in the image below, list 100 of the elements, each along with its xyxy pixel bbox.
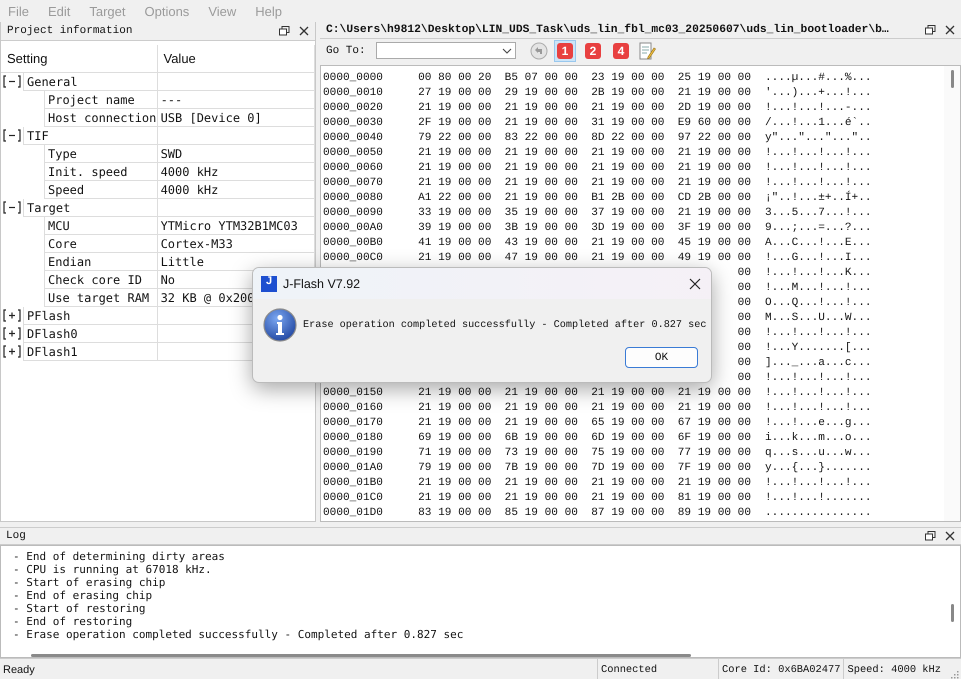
info-icon [263, 308, 297, 342]
toolbar-button[interactable]: 1 [554, 40, 576, 62]
group-label[interactable]: TIF [23, 127, 158, 145]
ascii-text: !...G...!...I... [765, 252, 872, 264]
hex-bytes: 21 19 00 00 21 19 00 00 21 19 00 00 21 19 00 00 [418, 162, 751, 174]
ascii-text: 9...;...=...?... [765, 222, 872, 234]
log-line: - CPU is running at 67018 kHz. [13, 563, 213, 576]
address-cell-text: 0000_01C0 [323, 492, 384, 504]
expander-icon[interactable] [2, 129, 22, 142]
setting-cell: Use target RAM [44, 289, 158, 307]
hex-bytes: 41 19 00 00 43 19 00 00 21 19 00 00 45 19 00 00 [418, 237, 751, 250]
restore-icon[interactable] [925, 25, 936, 36]
expander-icon[interactable] [2, 75, 22, 88]
hex-bytes: 2F 19 00 00 21 19 00 00 31 19 00 00 E9 60 00 00 [418, 117, 751, 130]
ascii-text: !...!...!...K... [765, 267, 872, 280]
value-cell: 4000 kHz [158, 163, 315, 181]
log-line: - Start of erasing chip [13, 576, 166, 589]
ascii-text: !...Y.......[... [765, 342, 872, 354]
address-cell-text: 0000_0180 [323, 432, 384, 444]
hex-bytes: 00 [738, 267, 751, 280]
dialog-message: Erase operation completed successfully - Completed after 0.827 sec [303, 320, 706, 330]
setting-cell: Type [44, 145, 158, 163]
expander-icon[interactable] [2, 201, 22, 214]
log-line: - End of restoring [13, 615, 134, 628]
value-cell: USB [Device 0] [158, 109, 315, 127]
ascii-text: ................ [765, 507, 872, 520]
expander-icon[interactable] [2, 309, 22, 322]
hex-bytes: 21 19 00 00 21 19 00 00 21 19 00 00 2D 19 00 00 [418, 102, 751, 114]
close-icon[interactable] [299, 26, 309, 36]
hex-bytes: 00 [738, 282, 751, 294]
value-cell: Cortex-M33 [158, 235, 315, 253]
file-path-title: C:\Users\h9812\Desktop\LIN_UDS_Task\uds_lin_fbl_mc03_20250607\uds_lin_bootloader\b… [326, 24, 890, 36]
ascii-text: !...M...!...!... [765, 282, 872, 294]
ascii-text: '...)...+...!... [765, 87, 872, 100]
group-label[interactable]: General [23, 73, 158, 91]
ascii-text: !...!...!...!... [765, 402, 872, 414]
address-cell-text: 0000_01B0 [323, 477, 384, 490]
close-icon[interactable] [945, 25, 955, 36]
setting-cell: Speed [44, 181, 158, 199]
hex-bytes: 83 19 00 00 85 19 00 00 87 19 00 00 89 19 00 00 [418, 507, 751, 520]
ascii-text: q...s...u...w... [765, 447, 872, 460]
scroll-thumb[interactable] [951, 70, 954, 88]
scrollbar[interactable] [944, 66, 960, 521]
hex-bytes: 39 19 00 00 3B 19 00 00 3D 19 00 00 3F 19 00 00 [418, 222, 751, 234]
ascii-text: 3...5...7...!... [765, 207, 872, 220]
scrollbar[interactable] [31, 654, 691, 657]
group-label[interactable]: DFlash0 [23, 325, 158, 343]
hex-bytes: 21 19 00 00 21 19 00 00 21 19 00 00 81 19 00 00 [418, 492, 751, 504]
hex-bytes: 00 [738, 372, 751, 384]
value-cell: --- [158, 91, 315, 109]
scroll-thumb[interactable] [951, 604, 954, 622]
hex-bytes: 00 [738, 342, 751, 354]
address-cell-text: 0000_00A0 [323, 222, 384, 234]
address-cell-text: 0000_00C0 [323, 252, 384, 264]
hex-bytes: 00 [738, 297, 751, 310]
setting-cell: Endian [44, 253, 158, 271]
close-icon[interactable] [689, 278, 701, 290]
notepad-icon[interactable] [638, 40, 656, 61]
setting-cell: Init. speed [44, 163, 158, 181]
setting-cell: Host connection [44, 109, 158, 127]
hex-bytes: 21 19 00 00 21 19 00 00 21 19 00 00 21 19 00 00 [418, 402, 751, 414]
ascii-text: !...!...!...-... [765, 102, 872, 114]
ascii-text: y...{...}....... [765, 462, 872, 474]
panel-title: Log [6, 530, 27, 542]
restore-icon[interactable] [279, 26, 290, 36]
log-line: - Erase operation completed successfully - Completed after 0.827 sec [13, 628, 464, 641]
column-header[interactable]: Value [158, 45, 315, 73]
hex-bytes: 27 19 00 00 29 19 00 00 2B 19 00 00 21 19 00 00 [418, 87, 751, 100]
restore-icon[interactable] [925, 531, 936, 541]
ok-button[interactable]: OK [625, 347, 698, 368]
close-icon[interactable] [945, 531, 955, 541]
column-header[interactable]: Setting [1, 45, 158, 73]
group-label[interactable]: DFlash1 [23, 343, 158, 361]
ascii-text: M...S...U...W... [765, 312, 872, 324]
ascii-text: !...!...!...!... [765, 147, 872, 160]
group-label[interactable]: PFlash [23, 307, 158, 325]
group-label[interactable]: Target [23, 199, 158, 217]
setting-cell: Check core ID [44, 271, 158, 289]
address-cell-text: 0000_0030 [323, 117, 384, 130]
address-cell-text: 0000_0020 [323, 102, 384, 114]
app-logo: J [261, 276, 277, 292]
ascii-text: ]..._...a...c... [765, 357, 872, 370]
hex-bytes: 21 19 00 00 21 19 00 00 21 19 00 00 21 19 00 00 [418, 477, 751, 490]
ascii-text: O...Q...!...!... [765, 297, 872, 310]
hex-bytes: 71 19 00 00 73 19 00 00 75 19 00 00 77 19 00 00 [418, 447, 751, 460]
hex-bytes: 21 19 00 00 47 19 00 00 21 19 00 00 49 19 00 00 [418, 252, 751, 264]
value-cell: 4000 kHz [158, 181, 315, 199]
ascii-text: ¡"..!...±+..Í+.. [765, 192, 872, 204]
log-line: - Start of restoring [13, 602, 146, 615]
address-cell-text: 0000_0150 [323, 387, 384, 400]
expander-icon[interactable] [2, 345, 22, 358]
log-line: - End of erasing chip [13, 589, 154, 602]
value-cell: YTMicro YTM32B1MC03 [158, 217, 315, 235]
address-cell-text: 0000_0190 [323, 447, 384, 460]
ascii-text: y"..."..."...".. [765, 132, 872, 144]
status-text: Core Id: 0x6BA02477 [718, 659, 844, 679]
expander-icon[interactable] [2, 327, 22, 340]
address-cell-text: 0000_0000 [323, 72, 384, 84]
resize-grip-icon[interactable] [949, 669, 959, 679]
setting-cell: Core [44, 235, 158, 253]
